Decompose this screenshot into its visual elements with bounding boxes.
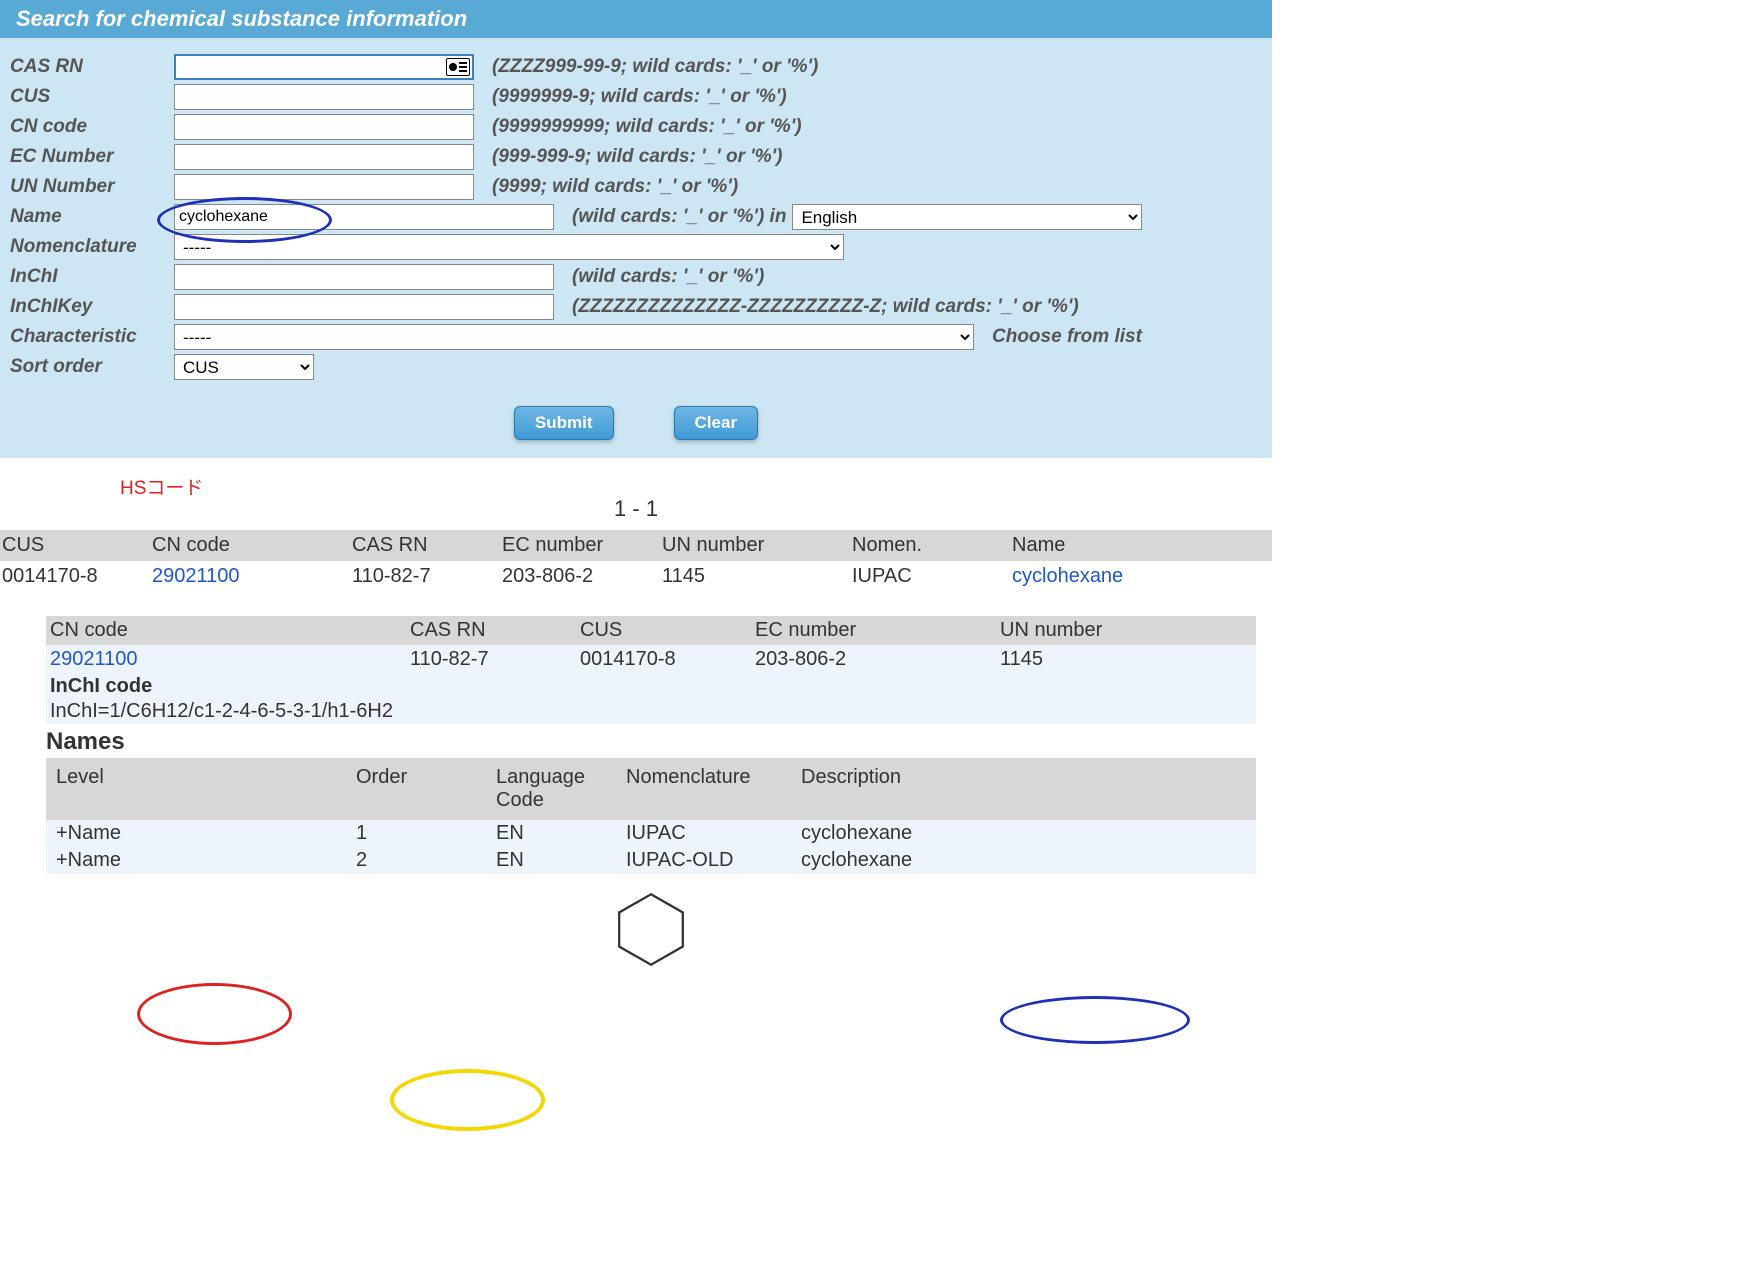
results-row: 0014170-8 29021100 110-82-7 203-806-2 11… [0,561,1272,592]
results-header-row: CUS CN code CAS RN EC number UN number N… [0,530,1272,561]
characteristic-hint: Choose from list [992,326,1142,348]
dcell-cn-link[interactable]: 29021100 [46,645,406,674]
page-title: Search for chemical substance informatio… [0,0,1272,38]
cell-nomen: IUPAC [850,561,1010,592]
ncell-nomen: IUPAC [616,820,791,847]
col-cn: CN code [150,530,350,561]
ncol-desc: Description [791,758,1051,820]
inchi-label: InChI [10,266,168,288]
cas-rn-label: CAS RN [10,56,168,78]
contact-card-icon[interactable] [446,58,470,76]
cell-name-link[interactable]: cyclohexane [1010,561,1270,592]
sort-select[interactable]: CUS [174,354,314,380]
col-un: UN number [660,530,850,561]
clear-button[interactable]: Clear [674,406,759,440]
dcol-ec: EC number [751,616,996,645]
ncell-order: 1 [346,820,486,847]
nomenclature-select[interactable]: ----- [174,234,844,260]
cell-cn-link[interactable]: 29021100 [150,561,350,592]
ncell-order: 2 [346,847,486,874]
ec-label: EC Number [10,146,168,168]
dcell-cus: 0014170-8 [576,645,751,674]
cn-hint: (9999999999; wild cards: '_' or '%') [492,116,802,138]
annotation-circle-name-result [1000,996,1190,1044]
ec-input[interactable] [174,144,474,170]
inchikey-hint: (ZZZZZZZZZZZZZZ-ZZZZZZZZZZ-Z; wild cards… [572,296,1079,318]
submit-button[interactable]: Submit [514,406,614,440]
col-cus: CUS [0,530,150,561]
cell-un: 1145 [660,561,850,592]
names-header-row: Level Order Language Code Nomenclature D… [46,758,1256,820]
names-row: +Name 1 EN IUPAC cyclohexane [46,820,1256,847]
ncell-nomen: IUPAC-OLD [616,847,791,874]
dcol-un: UN number [996,616,1246,645]
characteristic-select[interactable]: ----- [174,324,974,350]
cus-label: CUS [10,86,168,108]
inchi-input[interactable] [174,264,554,290]
names-title: Names [46,728,1256,756]
inchi-code-label: InChI code [46,674,1256,699]
un-hint: (9999; wild cards: '_' or '%') [492,176,738,198]
name-input[interactable] [174,204,554,230]
cas-rn-hint: (ZZZZ999-99-9; wild cards: '_' or '%') [492,56,818,78]
ncell-lang: EN [486,847,616,874]
detail-header-row: CN code CAS RN CUS EC number UN number [46,616,1256,645]
inchi-hint: (wild cards: '_' or '%') [572,266,764,288]
names-row: +Name 2 EN IUPAC-OLD cyclohexane [46,847,1256,874]
annotation-circle-cas-rn [390,1069,545,1131]
cn-input[interactable] [174,114,474,140]
un-input[interactable] [174,174,474,200]
molecule-structure-icon [46,892,1256,967]
ec-hint: (999-999-9; wild cards: '_' or '%') [492,146,783,168]
col-nomen: Nomen. [850,530,1010,561]
cell-cus: 0014170-8 [0,561,150,592]
cas-rn-input[interactable] [174,54,474,80]
cus-hint: (9999999-9; wild cards: '_' or '%') [492,86,787,108]
ncol-level: Level [46,758,346,820]
search-form: CAS RN (ZZZZ999-99-9; wild cards: '_' or… [0,38,1272,458]
nomenclature-label: Nomenclature [10,236,168,258]
ncell-level: +Name [46,820,346,847]
name-hint: (wild cards: '_' or '%') in [572,206,786,228]
detail-row: 29021100 110-82-7 0014170-8 203-806-2 11… [46,645,1256,674]
annotation-circle-cn-code [137,983,292,1045]
ncol-nomen: Nomenclature [616,758,791,820]
col-ec: EC number [500,530,660,561]
results-section: 1 - 1 CUS CN code CAS RN EC number UN nu… [0,458,1272,967]
col-name: Name [1010,530,1270,561]
ncell-level: +Name [46,847,346,874]
un-label: UN Number [10,176,168,198]
ncell-desc: cyclohexane [791,820,1051,847]
dcell-cas: 110-82-7 [406,645,576,674]
ncol-order: Order [346,758,486,820]
characteristic-label: Characteristic [10,326,168,348]
inchi-code-value: InChI=1/C6H12/c1-2-4-6-5-3-1/h1-6H2 [46,699,1256,724]
dcell-ec: 203-806-2 [751,645,996,674]
name-label: Name [10,206,168,228]
dcell-un: 1145 [996,645,1246,674]
ncell-desc: cyclohexane [791,847,1051,874]
ncol-lang: Language Code [486,758,616,820]
cus-input[interactable] [174,84,474,110]
sort-label: Sort order [10,356,168,378]
cell-ec: 203-806-2 [500,561,660,592]
inchikey-input[interactable] [174,294,554,320]
cell-cas: 110-82-7 [350,561,500,592]
inchikey-label: InChIKey [10,296,168,318]
dcol-cas: CAS RN [406,616,576,645]
col-cas: CAS RN [350,530,500,561]
cn-label: CN code [10,116,168,138]
dcol-cn: CN code [46,616,406,645]
language-select[interactable]: English [792,204,1142,230]
dcol-cus: CUS [576,616,751,645]
detail-block: CN code CAS RN CUS EC number UN number 2… [46,616,1256,967]
result-count: 1 - 1 [0,496,1272,522]
ncell-lang: EN [486,820,616,847]
